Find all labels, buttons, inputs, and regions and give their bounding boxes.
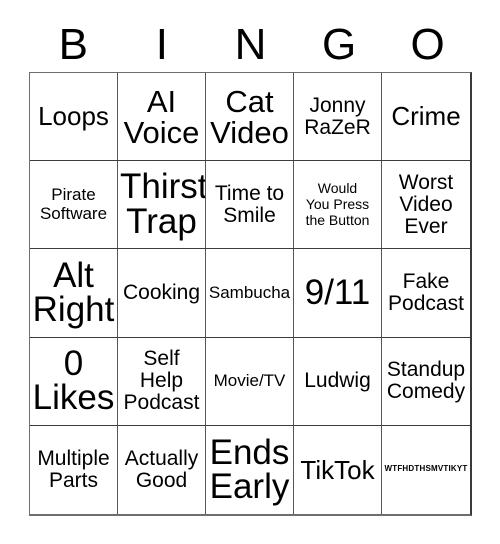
bingo-cell-r3-c4[interactable]: Standup Comedy	[382, 337, 470, 426]
bingo-cell-r1-c4[interactable]: Worst Video Ever	[382, 161, 470, 250]
bingo-header-letter-0: B	[58, 20, 88, 69]
bingo-cell-label: Thirst Trap	[120, 167, 206, 241]
bingo-card: B I N G O Loops AI Voice Cat Video Jonny RaZeR C…	[0, 0, 500, 544]
bingo-cell-label: Cat Video	[210, 83, 289, 150]
bingo-cell-r1-c0[interactable]: Pirate Software	[30, 161, 118, 250]
bingo-header-letter-3: G	[321, 20, 357, 69]
bingo-cell-r0-c0[interactable]: Loops	[30, 73, 118, 162]
bingo-cell-r3-c0[interactable]: 0 Likes	[30, 337, 118, 426]
bingo-cell-r4-c4[interactable]: WTFHDTHSMVTIKYT	[382, 425, 470, 514]
bingo-cell-r4-c0[interactable]: Multiple Parts	[30, 425, 118, 514]
bingo-cell-r0-c2[interactable]: Cat Video	[206, 73, 294, 162]
bingo-cell-label: Alt Right	[32, 255, 115, 329]
bingo-cell-r1-c3[interactable]: Would You Press the Button	[294, 161, 382, 250]
bingo-cell-r1-c2[interactable]: Time to Smile	[206, 161, 294, 250]
bingo-cell-label: 0 Likes	[32, 343, 115, 418]
bingo-cell-label: Worst Video Ever	[398, 170, 454, 238]
bingo-cell-r2-c0[interactable]: Alt Right	[30, 249, 118, 338]
bingo-cell-r3-c3[interactable]: Ludwig	[294, 337, 382, 426]
bingo-cell-r3-c2[interactable]: Movie/TV	[206, 337, 294, 426]
bingo-cell-label: Crime	[391, 101, 461, 132]
bingo-cell-label: Would You Press the Button	[305, 180, 370, 228]
bingo-cell-r2-c4[interactable]: Fake Podcast	[382, 249, 470, 338]
bingo-header-row: BINGO	[29, 18, 472, 72]
bingo-cell-label: Actually Good	[124, 446, 199, 492]
bingo-cell-label: Self Help Podcast	[123, 347, 200, 415]
bingo-cell-r0-c1[interactable]: AI Voice	[118, 73, 206, 162]
bingo-grid: Loops AI Voice Cat Video Jonny RaZeR Crime Pi…	[29, 72, 472, 516]
bingo-cell-r4-c2[interactable]: Ends Early	[206, 425, 294, 514]
bingo-cell-label: Loops	[38, 101, 109, 132]
bingo-cell-r3-c1[interactable]: Self Help Podcast	[118, 337, 206, 426]
bingo-cell-label: 9/11	[304, 272, 371, 312]
bingo-cell-r0-c3[interactable]: Jonny RaZeR	[294, 73, 382, 162]
bingo-cell-label: Multiple Parts	[37, 446, 110, 492]
bingo-cell-label: Ludwig	[304, 369, 371, 393]
bingo-cell-r2-c1[interactable]: Cooking	[118, 249, 206, 338]
bingo-cell-label: Time to Smile	[214, 181, 285, 227]
bingo-cell-r4-c3[interactable]: TikTok	[294, 425, 382, 514]
bingo-cell-label: Movie/TV	[213, 371, 286, 391]
bingo-cell-label: TikTok	[300, 454, 375, 485]
bingo-cell-label: Jonny RaZeR	[304, 93, 371, 139]
bingo-cell-label: Standup Comedy	[386, 358, 466, 404]
bingo-cell-label: Sambucha	[208, 282, 291, 302]
bingo-cell-r2-c3[interactable]: 9/11	[294, 249, 382, 338]
bingo-cell-r2-c2[interactable]: Sambucha	[206, 249, 294, 338]
bingo-cell-r4-c1[interactable]: Actually Good	[118, 425, 206, 514]
bingo-cell-label: WTFHDTHSMVTIKYT	[384, 464, 468, 474]
bingo-cell-label: AI Voice	[123, 83, 200, 150]
bingo-cell-label: Pirate Software	[39, 185, 108, 223]
bingo-cell-r1-c1[interactable]: Thirst Trap	[118, 161, 206, 250]
bingo-cell-label: Ends Early	[209, 432, 290, 506]
bingo-header-letter-1: I	[155, 20, 168, 69]
bingo-cell-r0-c4[interactable]: Crime	[382, 73, 470, 162]
bingo-cell-label: Fake Podcast	[388, 269, 464, 315]
bingo-header-letter-2: N	[234, 20, 267, 69]
bingo-header-letter-4: O	[410, 20, 445, 69]
bingo-cell-label: Cooking	[122, 280, 201, 304]
